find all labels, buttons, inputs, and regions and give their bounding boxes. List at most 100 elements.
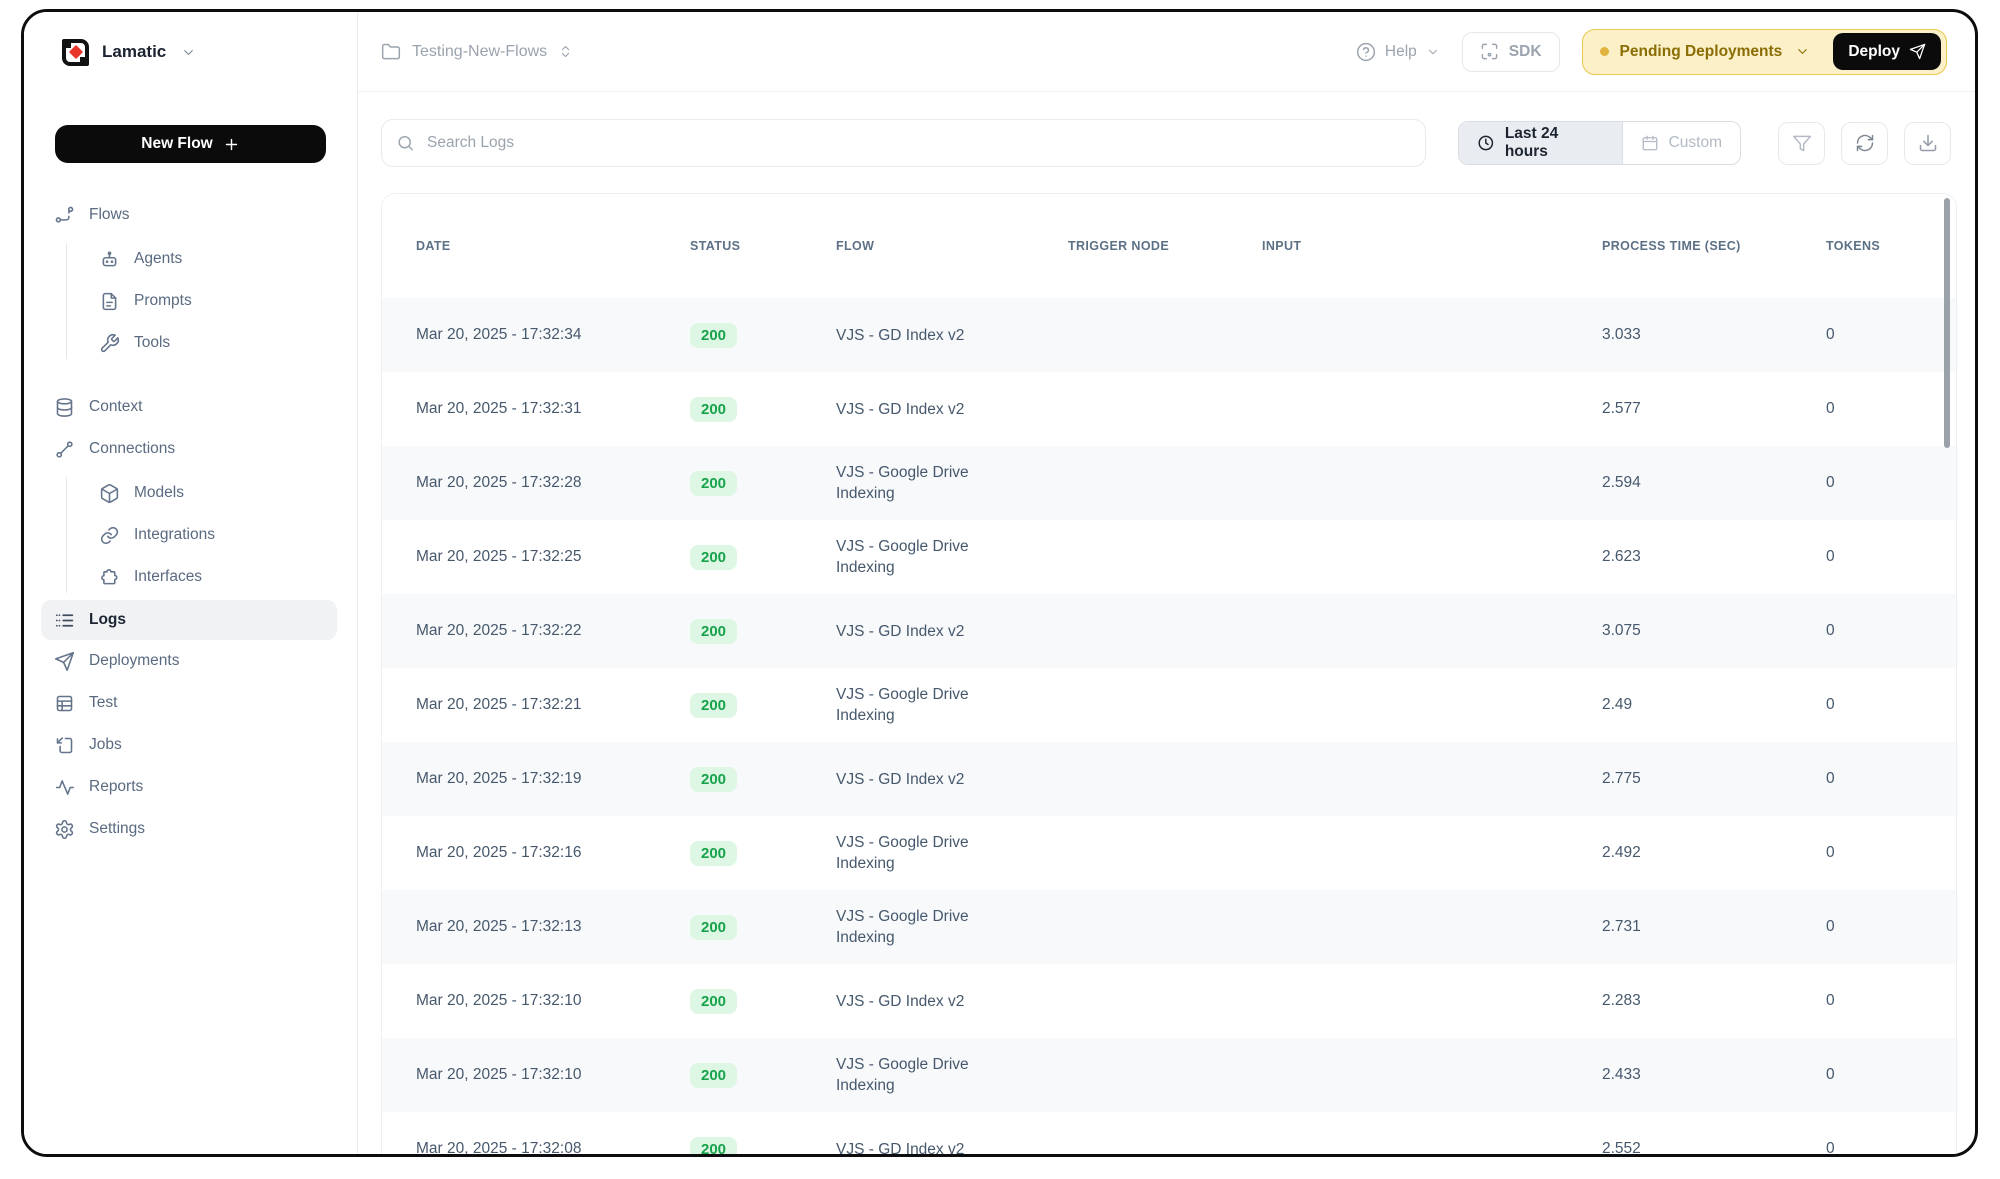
clock-icon bbox=[1477, 134, 1495, 152]
help-menu[interactable]: Help bbox=[1356, 42, 1440, 62]
sidebar-item-label: Settings bbox=[89, 820, 145, 838]
cell-process-time: 2.283 bbox=[1602, 992, 1826, 1010]
search-icon bbox=[396, 134, 415, 153]
table-row[interactable]: Mar 20, 2025 - 17:32:19200VJS - GD Index… bbox=[382, 742, 1956, 816]
time-range-segmented: Last 24 hours Custom bbox=[1458, 121, 1741, 165]
table-row[interactable]: Mar 20, 2025 - 17:32:22200VJS - GD Index… bbox=[382, 594, 1956, 668]
sidebar-item-interfaces[interactable]: Interfaces bbox=[24, 556, 357, 598]
sidebar-item-agents[interactable]: Agents bbox=[24, 238, 357, 280]
cell-process-time: 2.492 bbox=[1602, 844, 1826, 862]
cell-status: 200 bbox=[690, 915, 836, 940]
brand-name: Lamatic bbox=[102, 42, 166, 62]
table-row[interactable]: Mar 20, 2025 - 17:32:21200VJS - Google D… bbox=[382, 668, 1956, 742]
cell-tokens: 0 bbox=[1826, 326, 1956, 344]
cell-process-time: 3.075 bbox=[1602, 622, 1826, 640]
cell-date: Mar 20, 2025 - 17:32:16 bbox=[416, 844, 690, 862]
time-range-custom[interactable]: Custom bbox=[1623, 122, 1740, 164]
cell-date: Mar 20, 2025 - 17:32:31 bbox=[416, 400, 690, 418]
settings-gear-icon bbox=[54, 819, 75, 840]
refresh-button[interactable] bbox=[1841, 122, 1888, 165]
flows-subgroup: Agents Prompts Tools bbox=[24, 238, 357, 364]
table-action-buttons bbox=[1778, 122, 1951, 165]
cell-flow: VJS - Google Drive Indexing bbox=[836, 462, 1014, 504]
table-row[interactable]: Mar 20, 2025 - 17:32:31200VJS - GD Index… bbox=[382, 372, 1956, 446]
sidebar-item-prompts[interactable]: Prompts bbox=[24, 280, 357, 322]
cell-process-time: 2.594 bbox=[1602, 474, 1826, 492]
table-row[interactable]: Mar 20, 2025 - 17:32:08200VJS - GD Index… bbox=[382, 1112, 1956, 1154]
sidebar-item-reports[interactable]: Reports bbox=[24, 766, 357, 808]
pending-dot-icon bbox=[1600, 47, 1609, 56]
table-row[interactable]: Mar 20, 2025 - 17:32:28200VJS - Google D… bbox=[382, 446, 1956, 520]
project-selector[interactable]: Testing-New-Flows bbox=[381, 42, 573, 62]
connections-link-icon bbox=[54, 439, 75, 460]
search-wrap bbox=[381, 119, 1426, 167]
logs-table: DATESTATUSFLOWTRIGGER NODEINPUTPROCESS T… bbox=[381, 193, 1957, 1154]
sidebar-item-logs[interactable]: Logs bbox=[41, 600, 337, 640]
table-row[interactable]: Mar 20, 2025 - 17:32:25200VJS - Google D… bbox=[382, 520, 1956, 594]
cell-process-time: 2.433 bbox=[1602, 1066, 1826, 1084]
sdk-button[interactable]: SDK bbox=[1462, 32, 1560, 72]
pending-deployments-banner: Pending Deployments Deploy bbox=[1582, 29, 1947, 75]
cell-status: 200 bbox=[690, 989, 836, 1014]
cell-process-time: 2.49 bbox=[1602, 696, 1826, 714]
column-header: TRIGGER NODE bbox=[1068, 239, 1262, 253]
sidebar-nav: Flows Agents Prompts Tools bbox=[24, 194, 357, 850]
deploy-button[interactable]: Deploy bbox=[1833, 33, 1941, 70]
new-flow-button[interactable]: New Flow bbox=[55, 125, 326, 163]
send-icon bbox=[1909, 43, 1926, 60]
sidebar-item-label: Reports bbox=[89, 778, 143, 796]
cell-tokens: 0 bbox=[1826, 1066, 1956, 1084]
status-badge: 200 bbox=[690, 989, 737, 1014]
sidebar-item-deployments[interactable]: Deployments bbox=[24, 640, 357, 682]
sidebar-item-tools[interactable]: Tools bbox=[24, 322, 357, 364]
cell-process-time: 2.623 bbox=[1602, 548, 1826, 566]
chevron-down-icon[interactable] bbox=[1795, 44, 1810, 59]
integrations-loop-icon bbox=[99, 525, 120, 546]
table-row[interactable]: Mar 20, 2025 - 17:32:10200VJS - GD Index… bbox=[382, 964, 1956, 1038]
sidebar: Lamatic New Flow Flows Agents bbox=[24, 12, 358, 1154]
sidebar-item-integrations[interactable]: Integrations bbox=[24, 514, 357, 556]
test-table-icon bbox=[54, 693, 75, 714]
topbar: Testing-New-Flows Help SDK Pending Deplo… bbox=[358, 12, 1975, 92]
time-range-last-24-hours[interactable]: Last 24 hours bbox=[1459, 122, 1622, 164]
status-badge: 200 bbox=[690, 767, 737, 792]
status-badge: 200 bbox=[690, 471, 737, 496]
table-row[interactable]: Mar 20, 2025 - 17:32:13200VJS - Google D… bbox=[382, 890, 1956, 964]
table-row[interactable]: Mar 20, 2025 - 17:32:16200VJS - Google D… bbox=[382, 816, 1956, 890]
cell-tokens: 0 bbox=[1826, 400, 1956, 418]
cell-status: 200 bbox=[690, 545, 836, 570]
reports-activity-icon bbox=[54, 777, 75, 798]
sidebar-item-flows[interactable]: Flows bbox=[24, 194, 357, 236]
help-label: Help bbox=[1385, 43, 1417, 61]
search-input[interactable] bbox=[381, 119, 1426, 167]
sidebar-item-label: Logs bbox=[89, 611, 126, 629]
cell-tokens: 0 bbox=[1826, 696, 1956, 714]
cell-flow: VJS - GD Index v2 bbox=[836, 399, 1014, 420]
chevrons-up-down-icon bbox=[558, 44, 573, 59]
status-badge: 200 bbox=[690, 619, 737, 644]
refresh-icon bbox=[1855, 133, 1875, 153]
table-row[interactable]: Mar 20, 2025 - 17:32:10200VJS - Google D… bbox=[382, 1038, 1956, 1112]
sidebar-item-jobs[interactable]: Jobs bbox=[24, 724, 357, 766]
filter-funnel-icon bbox=[1792, 133, 1812, 153]
download-icon bbox=[1918, 133, 1938, 153]
vertical-scrollbar-thumb[interactable] bbox=[1944, 198, 1950, 448]
topbar-right: Help SDK Pending Deployments Deploy bbox=[1356, 29, 1947, 75]
sidebar-item-label: Agents bbox=[134, 250, 182, 268]
sidebar-item-connections[interactable]: Connections bbox=[24, 428, 357, 470]
cell-date: Mar 20, 2025 - 17:32:22 bbox=[416, 622, 690, 640]
logs-list-icon bbox=[54, 610, 75, 631]
cell-status: 200 bbox=[690, 693, 836, 718]
workspace-switcher[interactable]: Lamatic bbox=[24, 12, 357, 92]
cell-flow: VJS - Google Drive Indexing bbox=[836, 1054, 1014, 1096]
filter-button[interactable] bbox=[1778, 122, 1825, 165]
sidebar-item-settings[interactable]: Settings bbox=[24, 808, 357, 850]
cell-process-time: 2.731 bbox=[1602, 918, 1826, 936]
cell-flow: VJS - GD Index v2 bbox=[836, 769, 1014, 790]
download-button[interactable] bbox=[1904, 122, 1951, 165]
table-row[interactable]: Mar 20, 2025 - 17:32:34200VJS - GD Index… bbox=[382, 298, 1956, 372]
sidebar-item-models[interactable]: Models bbox=[24, 472, 357, 514]
column-header: INPUT bbox=[1262, 239, 1602, 253]
sidebar-item-context[interactable]: Context bbox=[24, 386, 357, 428]
sidebar-item-test[interactable]: Test bbox=[24, 682, 357, 724]
